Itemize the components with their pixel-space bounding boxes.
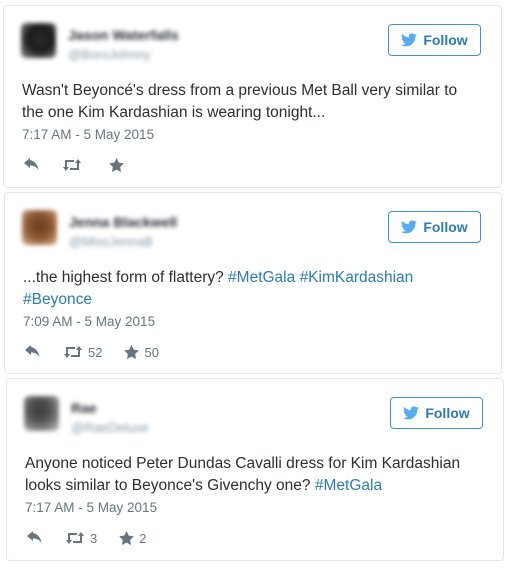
retweet-button[interactable]: 3 <box>65 531 97 546</box>
twitter-bird-icon <box>401 220 418 234</box>
timestamp[interactable]: 7:17 AM - 5 May 2015 <box>25 500 157 515</box>
reply-arrow-icon <box>25 345 41 359</box>
hashtag-link[interactable]: #MetGala <box>315 477 382 494</box>
favorite-button[interactable]: 50 <box>124 344 159 360</box>
tweet-card: Jason Waterfalls @BoroJohnny Follow Wasn… <box>3 5 502 188</box>
tweet-text: ...the highest form of flattery? #MetGal… <box>23 267 483 311</box>
star-icon <box>124 345 140 359</box>
retweet-icon <box>63 345 83 359</box>
favorite-button[interactable] <box>109 158 129 172</box>
timestamp[interactable]: 7:17 AM - 5 May 2015 <box>22 127 154 142</box>
display-name[interactable]: Jason Waterfalls <box>68 27 179 43</box>
display-name[interactable]: Rae <box>71 400 97 416</box>
tweet-text: Wasn't Beyoncé's dress from a previous M… <box>22 82 458 121</box>
tweet-actions: 3 2 <box>27 529 168 547</box>
retweet-button[interactable] <box>62 158 87 172</box>
follow-label: Follow <box>423 32 468 48</box>
retweet-count: 52 <box>88 344 103 360</box>
reply-button[interactable] <box>27 531 43 545</box>
tweet-card: Rae @RaeDeluxe Follow Anyone noticed Pet… <box>6 378 504 561</box>
retweet-icon <box>65 531 85 545</box>
favorite-button[interactable]: 2 <box>119 531 146 546</box>
hashtag-link[interactable]: #Beyonce <box>23 291 92 308</box>
timestamp[interactable]: 7:09 AM - 5 May 2015 <box>23 314 155 329</box>
follow-button[interactable]: Follow <box>388 24 481 56</box>
avatar[interactable] <box>24 396 59 431</box>
avatar[interactable] <box>22 210 57 245</box>
favorite-count: 2 <box>139 530 147 546</box>
reply-arrow-icon <box>24 158 40 172</box>
avatar[interactable] <box>21 23 56 58</box>
user-handle[interactable]: @RaeDeluxe <box>71 420 149 435</box>
reply-button[interactable] <box>25 345 41 359</box>
reply-button[interactable] <box>24 158 40 172</box>
display-name[interactable]: Jenna Blackwell <box>69 214 177 230</box>
reply-arrow-icon <box>27 531 43 545</box>
twitter-bird-icon <box>401 33 418 47</box>
retweet-count: 3 <box>90 530 98 546</box>
retweet-icon <box>62 158 82 172</box>
user-handle[interactable]: @BoroJohnny <box>68 47 151 62</box>
twitter-bird-icon <box>403 406 420 420</box>
tweet-text-body: ...the highest form of flattery? <box>23 269 229 286</box>
favorite-count: 50 <box>144 344 159 360</box>
tweet-text-body: Anyone noticed Peter Dundas Cavalli dres… <box>25 455 461 494</box>
follow-label: Follow <box>425 405 470 421</box>
tweet-actions <box>24 156 151 174</box>
user-handle[interactable]: @MissJennaB <box>69 234 153 249</box>
tweet-card: Jenna Blackwell @MissJennaB Follow ...th… <box>4 192 502 374</box>
star-icon <box>109 158 124 172</box>
follow-label: Follow <box>423 219 468 235</box>
star-icon <box>119 531 135 545</box>
hashtag-link[interactable]: #MetGala <box>228 269 295 286</box>
hashtag-link[interactable]: #KimKardashian <box>300 269 414 286</box>
follow-button[interactable]: Follow <box>388 211 481 243</box>
tweet-actions: 52 50 <box>25 343 181 361</box>
follow-button[interactable]: Follow <box>390 397 483 429</box>
tweet-text: Anyone noticed Peter Dundas Cavalli dres… <box>25 453 485 497</box>
retweet-button[interactable]: 52 <box>63 345 102 360</box>
